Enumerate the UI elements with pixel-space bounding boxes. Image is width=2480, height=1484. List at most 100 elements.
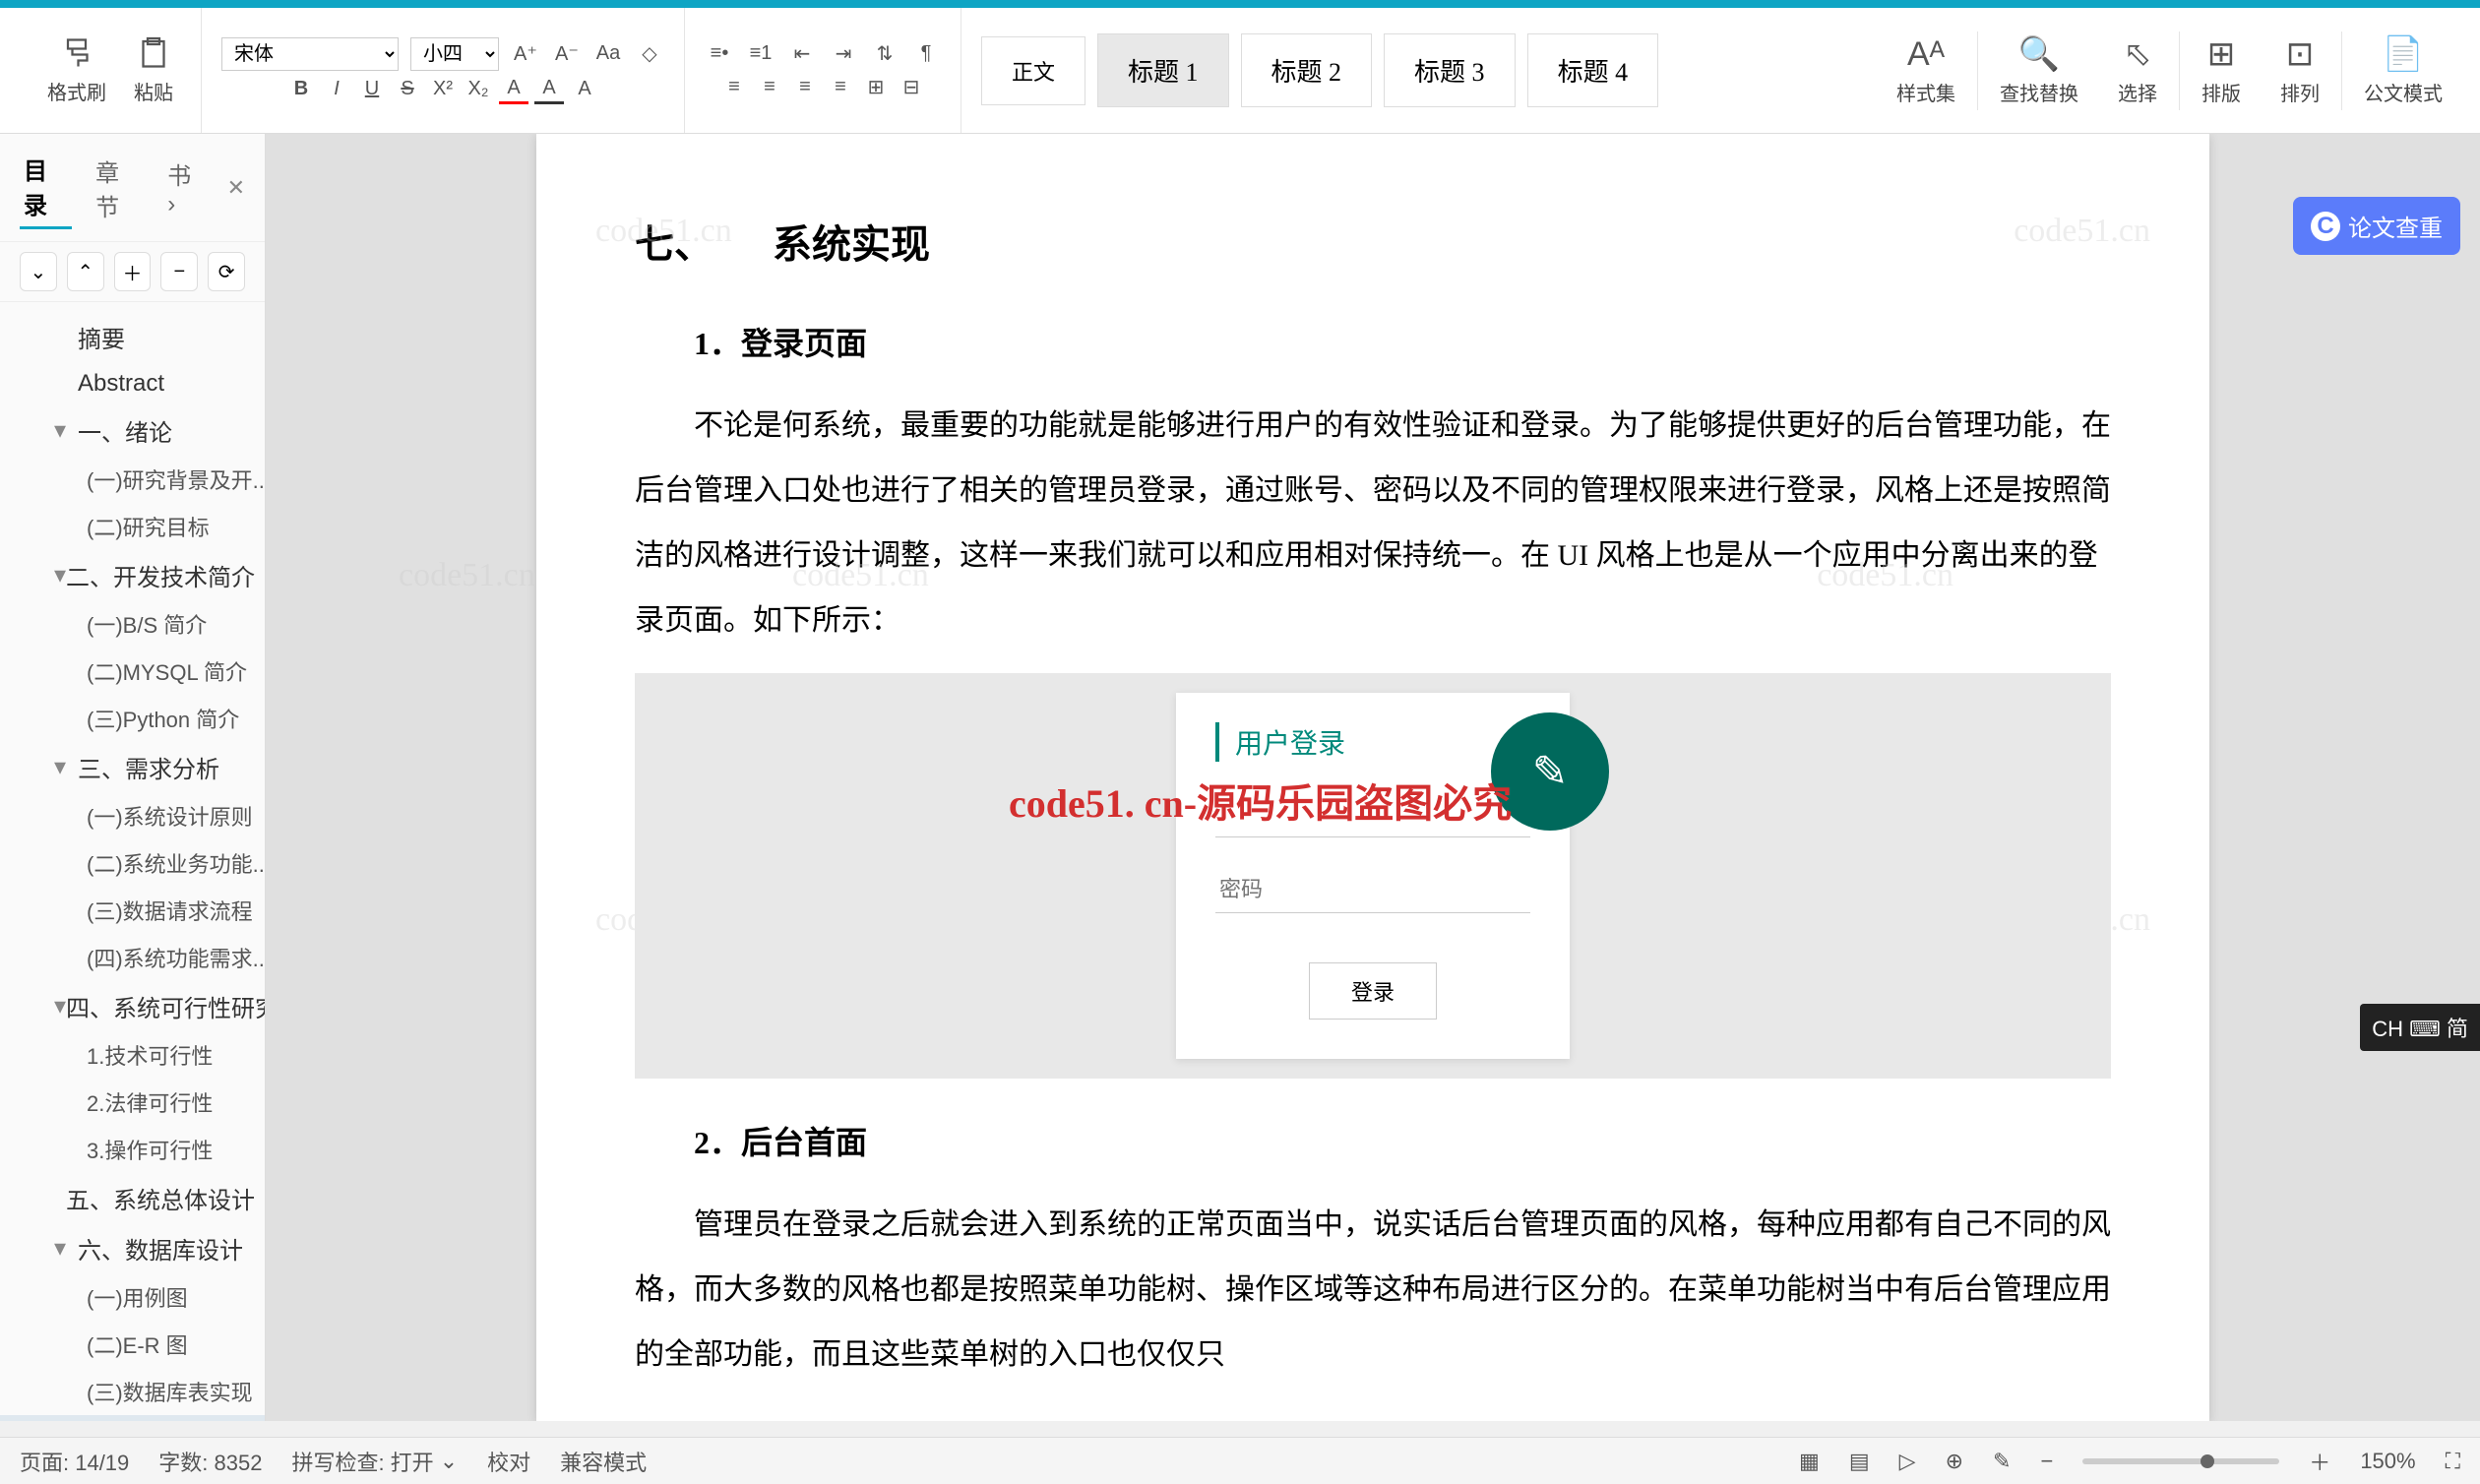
bold-button[interactable]: B bbox=[286, 75, 316, 104]
numbering-button[interactable]: ≡1 bbox=[746, 39, 775, 69]
login-submit-button: 登录 bbox=[1309, 962, 1437, 1020]
outline-add-button[interactable]: ＋ bbox=[114, 252, 152, 291]
select-button[interactable]: ⬁选择 bbox=[2100, 27, 2175, 114]
zoom-in-button[interactable]: ＋ bbox=[2309, 1446, 2330, 1477]
font-size-select[interactable]: 小四 bbox=[410, 37, 499, 71]
tab-bookmark[interactable]: 书 › bbox=[163, 151, 207, 224]
columns-button[interactable]: ⊟ bbox=[897, 73, 926, 102]
case-button[interactable]: Aa bbox=[593, 39, 623, 69]
subheading-1: 1．登录页面 bbox=[694, 319, 2111, 364]
word-count[interactable]: 字数: 8352 bbox=[158, 1446, 262, 1477]
outline-item[interactable]: 摘要 bbox=[0, 312, 265, 362]
arrange-button[interactable]: ⊡排列 bbox=[2263, 27, 2337, 114]
justify-button[interactable]: ≡ bbox=[826, 73, 855, 102]
outline-item[interactable]: (二)研究目标 bbox=[0, 503, 265, 550]
compat-mode: 兼容模式 bbox=[560, 1446, 647, 1477]
proofing-status[interactable]: 校对 bbox=[487, 1446, 530, 1477]
font-family-select[interactable]: 宋体 bbox=[221, 37, 399, 71]
outline-item[interactable]: Abstract bbox=[0, 362, 265, 405]
zoom-out-button[interactable]: − bbox=[2040, 1449, 2053, 1474]
outline-item[interactable]: (一)B/S 简介 bbox=[0, 600, 265, 648]
check-icon: C bbox=[2311, 212, 2340, 241]
subscript-button[interactable]: X₂ bbox=[464, 75, 493, 104]
outline-refresh-button[interactable]: ⟳ bbox=[208, 252, 245, 291]
tab-chapter[interactable]: 章节 bbox=[92, 148, 144, 228]
typeset-button[interactable]: ⊞排版 bbox=[2184, 27, 2259, 114]
view-outline-icon[interactable]: ▤ bbox=[1849, 1449, 1870, 1474]
outline-item[interactable]: (二)系统业务功能... bbox=[0, 839, 265, 887]
style-heading-3[interactable]: 标题 3 bbox=[1384, 33, 1516, 107]
outline-item[interactable]: (一)研究背景及开... bbox=[0, 456, 265, 503]
tab-toc[interactable]: 目录 bbox=[20, 146, 72, 229]
italic-button[interactable]: I bbox=[322, 75, 351, 104]
format-painter-button[interactable]: 格式刷 bbox=[39, 31, 114, 109]
outline-item[interactable]: ▾一、绪论 bbox=[0, 405, 265, 456]
font-color-button[interactable]: A bbox=[499, 75, 528, 104]
outline-down-button[interactable]: ⌄ bbox=[20, 252, 57, 291]
distribute-button[interactable]: ⊞ bbox=[861, 73, 891, 102]
superscript-button[interactable]: X² bbox=[428, 75, 458, 104]
outline-item[interactable]: (四)系统功能需求... bbox=[0, 934, 265, 981]
view-read-icon[interactable]: ▷ bbox=[1899, 1449, 1916, 1474]
close-pane-button[interactable]: ✕ bbox=[227, 175, 245, 201]
zoom-level[interactable]: 150% bbox=[2360, 1449, 2415, 1474]
zoom-slider[interactable] bbox=[2082, 1458, 2279, 1464]
password-input bbox=[1215, 867, 1530, 913]
style-heading-4[interactable]: 标题 4 bbox=[1527, 33, 1659, 107]
view-web-icon[interactable]: ⊕ bbox=[1946, 1449, 1963, 1474]
outline-item[interactable]: (一)系统设计原则 bbox=[0, 792, 265, 839]
outline-item[interactable]: 1.技术可行性 bbox=[0, 1031, 265, 1079]
paste-button[interactable]: 粘贴 bbox=[126, 31, 181, 109]
gov-mode-button[interactable]: 📄公文模式 bbox=[2346, 27, 2460, 114]
align-right-button[interactable]: ≡ bbox=[790, 73, 820, 102]
section-heading: 七、 系统实现 bbox=[635, 213, 2111, 270]
style-normal[interactable]: 正文 bbox=[981, 36, 1085, 105]
styles-gallery: 正文 标题 1 标题 2 标题 3 标题 4 bbox=[961, 8, 1879, 133]
document-area[interactable]: code51.cn code51.cn code51.cn code51.cn … bbox=[266, 134, 2480, 1421]
strike-button[interactable]: S bbox=[393, 75, 422, 104]
show-marks-button[interactable]: ¶ bbox=[911, 39, 941, 69]
outline-item[interactable]: (一)用例图 bbox=[0, 1273, 265, 1321]
page-indicator[interactable]: 页面: 14/19 bbox=[20, 1446, 129, 1477]
styles-button[interactable]: Aᴬ样式集 bbox=[1879, 28, 1973, 114]
decrease-indent-button[interactable]: ⇤ bbox=[787, 39, 817, 69]
outline-up-button[interactable]: ⌃ bbox=[67, 252, 104, 291]
outline-item[interactable]: (二)MYSQL 简介 bbox=[0, 648, 265, 695]
outline-item[interactable]: 2.法律可行性 bbox=[0, 1079, 265, 1126]
outline-item[interactable]: ▾七、系统实现 bbox=[0, 1415, 265, 1421]
style-heading-1[interactable]: 标题 1 bbox=[1097, 33, 1229, 107]
login-figure: code51. cn-源码乐园盗图必究 ✎ 用户登录 登录 bbox=[635, 673, 2111, 1079]
outline-item[interactable]: ▾四、系统可行性研究 bbox=[0, 981, 265, 1031]
decrease-font-button[interactable]: A⁻ bbox=[552, 39, 582, 69]
outline-item[interactable]: 3.操作可行性 bbox=[0, 1126, 265, 1173]
increase-font-button[interactable]: A⁺ bbox=[511, 39, 540, 69]
style-heading-2[interactable]: 标题 2 bbox=[1241, 33, 1373, 107]
navigation-pane: 目录 章节 书 › ✕ ⌄ ⌃ ＋ − ⟳ 摘要Abstract▾一、绪论(一)… bbox=[0, 134, 266, 1421]
view-print-icon[interactable]: ▦ bbox=[1799, 1449, 1820, 1474]
clear-format-button[interactable]: ◇ bbox=[635, 39, 664, 69]
outline-item[interactable]: (二)E-R 图 bbox=[0, 1321, 265, 1368]
page: code51.cn code51.cn code51.cn code51.cn … bbox=[536, 134, 2209, 1421]
align-center-button[interactable]: ≡ bbox=[755, 73, 784, 102]
spell-check-status[interactable]: 拼写检查: 打开 ⌄ bbox=[291, 1446, 458, 1477]
plagiarism-check-button[interactable]: C 论文查重 bbox=[2293, 197, 2460, 255]
outline-remove-button[interactable]: − bbox=[160, 252, 198, 291]
shading-button[interactable]: A bbox=[570, 75, 599, 104]
line-spacing-button[interactable]: ⇅ bbox=[870, 39, 899, 69]
outline-item[interactable]: (三)数据请求流程 bbox=[0, 887, 265, 934]
fullscreen-icon[interactable]: ⛶ bbox=[2446, 1449, 2460, 1474]
outline-item[interactable]: (三)Python 简介 bbox=[0, 695, 265, 742]
underline-button[interactable]: U bbox=[357, 75, 387, 104]
outline-item[interactable]: ▾三、需求分析 bbox=[0, 742, 265, 792]
outline-item[interactable]: ▾二、开发技术简介 bbox=[0, 550, 265, 600]
bullets-button[interactable]: ≡• bbox=[705, 39, 734, 69]
highlight-button[interactable]: A bbox=[534, 75, 564, 104]
outline-item[interactable]: 五、系统总体设计 bbox=[0, 1173, 265, 1223]
find-replace-button[interactable]: 🔍查找替换 bbox=[1982, 27, 2096, 114]
align-left-button[interactable]: ≡ bbox=[719, 73, 749, 102]
increase-indent-button[interactable]: ⇥ bbox=[829, 39, 858, 69]
login-title: 用户登录 bbox=[1215, 722, 1530, 762]
focus-icon[interactable]: ✎ bbox=[1993, 1449, 2011, 1474]
outline-item[interactable]: (三)数据库表实现 bbox=[0, 1368, 265, 1415]
outline-item[interactable]: ▾六、数据库设计 bbox=[0, 1223, 265, 1273]
